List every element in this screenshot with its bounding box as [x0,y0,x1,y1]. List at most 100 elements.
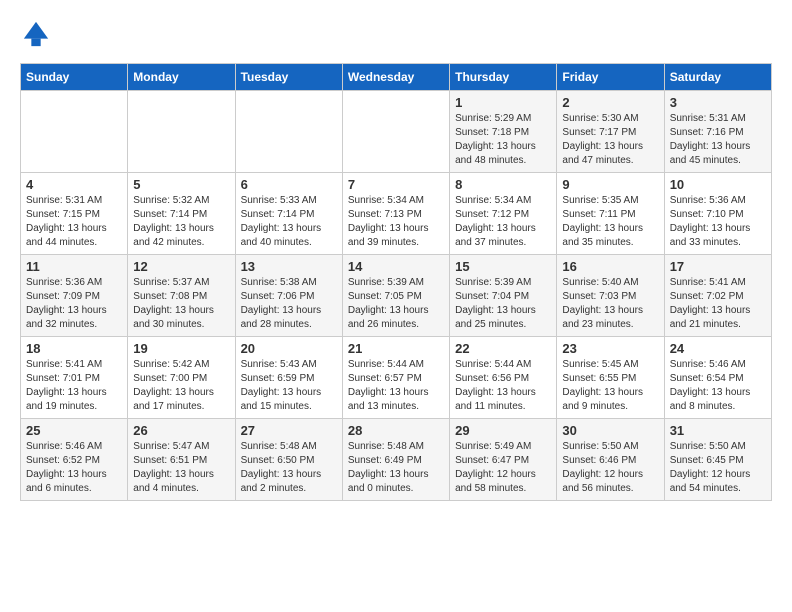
day-number: 16 [562,259,658,274]
day-number: 29 [455,423,551,438]
day-info: Sunrise: 5:47 AM Sunset: 6:51 PM Dayligh… [133,440,229,496]
calendar-cell: 4 Sunrise: 5:31 AM Sunset: 7:15 PM Daylig… [21,173,128,255]
day-info: Sunrise: 5:44 AM Sunset: 6:57 PM Dayligh… [348,358,444,414]
calendar-cell: 26 Sunrise: 5:47 AM Sunset: 6:51 PM Dayli… [128,419,235,501]
day-info: Sunrise: 5:37 AM Sunset: 7:08 PM Dayligh… [133,276,229,332]
calendar-cell: 8 Sunrise: 5:34 AM Sunset: 7:12 PM Daylig… [450,173,557,255]
weekday-header-saturday: Saturday [664,64,771,91]
day-info: Sunrise: 5:44 AM Sunset: 6:56 PM Dayligh… [455,358,551,414]
calendar-cell: 19 Sunrise: 5:42 AM Sunset: 7:00 PM Dayli… [128,337,235,419]
weekday-header-friday: Friday [557,64,664,91]
logo [20,20,50,53]
calendar-cell: 23 Sunrise: 5:45 AM Sunset: 6:55 PM Dayli… [557,337,664,419]
weekday-header-wednesday: Wednesday [342,64,449,91]
day-info: Sunrise: 5:41 AM Sunset: 7:02 PM Dayligh… [670,276,766,332]
day-number: 7 [348,177,444,192]
day-info: Sunrise: 5:29 AM Sunset: 7:18 PM Dayligh… [455,112,551,168]
calendar-cell: 22 Sunrise: 5:44 AM Sunset: 6:56 PM Dayli… [450,337,557,419]
calendar-cell: 7 Sunrise: 5:34 AM Sunset: 7:13 PM Daylig… [342,173,449,255]
day-number: 8 [455,177,551,192]
day-number: 27 [241,423,337,438]
day-info: Sunrise: 5:35 AM Sunset: 7:11 PM Dayligh… [562,194,658,250]
calendar-cell: 13 Sunrise: 5:38 AM Sunset: 7:06 PM Dayli… [235,255,342,337]
calendar-cell: 12 Sunrise: 5:37 AM Sunset: 7:08 PM Dayli… [128,255,235,337]
calendar-cell: 24Sunrise: 5:46 AM Sunset: 6:54 PM Dayli… [664,337,771,419]
day-number: 4 [26,177,122,192]
page-header [20,20,772,53]
calendar-cell [128,91,235,173]
day-info: Sunrise: 5:34 AM Sunset: 7:13 PM Dayligh… [348,194,444,250]
calendar-cell: 18 Sunrise: 5:41 AM Sunset: 7:01 PM Dayli… [21,337,128,419]
day-info: Sunrise: 5:38 AM Sunset: 7:06 PM Dayligh… [241,276,337,332]
day-info: Sunrise: 5:50 AM Sunset: 6:45 PM Dayligh… [670,440,766,496]
day-number: 19 [133,341,229,356]
calendar-cell: 27 Sunrise: 5:48 AM Sunset: 6:50 PM Dayli… [235,419,342,501]
day-number: 20 [241,341,337,356]
day-number: 2 [562,95,658,110]
calendar-cell: 11 Sunrise: 5:36 AM Sunset: 7:09 PM Dayli… [21,255,128,337]
day-info: Sunrise: 5:43 AM Sunset: 6:59 PM Dayligh… [241,358,337,414]
day-number: 21 [348,341,444,356]
day-info: Sunrise: 5:45 AM Sunset: 6:55 PM Dayligh… [562,358,658,414]
calendar-cell [235,91,342,173]
calendar-cell: 28 Sunrise: 5:48 AM Sunset: 6:49 PM Dayli… [342,419,449,501]
day-info: Sunrise: 5:36 AM Sunset: 7:09 PM Dayligh… [26,276,122,332]
calendar-cell: 29 Sunrise: 5:49 AM Sunset: 6:47 PM Dayli… [450,419,557,501]
day-number: 18 [26,341,122,356]
day-info: Sunrise: 5:39 AM Sunset: 7:04 PM Dayligh… [455,276,551,332]
day-number: 10 [670,177,766,192]
day-info: Sunrise: 5:33 AM Sunset: 7:14 PM Dayligh… [241,194,337,250]
calendar-cell: 3Sunrise: 5:31 AM Sunset: 7:16 PM Daylig… [664,91,771,173]
calendar-table: SundayMondayTuesdayWednesdayThursdayFrid… [20,63,772,501]
calendar-cell [21,91,128,173]
calendar-cell: 1Sunrise: 5:29 AM Sunset: 7:18 PM Daylig… [450,91,557,173]
day-number: 22 [455,341,551,356]
calendar-cell: 17Sunrise: 5:41 AM Sunset: 7:02 PM Dayli… [664,255,771,337]
day-info: Sunrise: 5:32 AM Sunset: 7:14 PM Dayligh… [133,194,229,250]
weekday-header-thursday: Thursday [450,64,557,91]
day-info: Sunrise: 5:40 AM Sunset: 7:03 PM Dayligh… [562,276,658,332]
day-info: Sunrise: 5:46 AM Sunset: 6:52 PM Dayligh… [26,440,122,496]
calendar-cell: 6 Sunrise: 5:33 AM Sunset: 7:14 PM Daylig… [235,173,342,255]
day-info: Sunrise: 5:39 AM Sunset: 7:05 PM Dayligh… [348,276,444,332]
day-number: 31 [670,423,766,438]
day-number: 6 [241,177,337,192]
day-info: Sunrise: 5:31 AM Sunset: 7:16 PM Dayligh… [670,112,766,168]
day-info: Sunrise: 5:49 AM Sunset: 6:47 PM Dayligh… [455,440,551,496]
day-number: 15 [455,259,551,274]
calendar-cell: 5Sunrise: 5:32 AM Sunset: 7:14 PM Daylig… [128,173,235,255]
day-info: Sunrise: 5:48 AM Sunset: 6:49 PM Dayligh… [348,440,444,496]
day-info: Sunrise: 5:31 AM Sunset: 7:15 PM Dayligh… [26,194,122,250]
day-info: Sunrise: 5:48 AM Sunset: 6:50 PM Dayligh… [241,440,337,496]
day-info: Sunrise: 5:41 AM Sunset: 7:01 PM Dayligh… [26,358,122,414]
day-number: 23 [562,341,658,356]
day-info: Sunrise: 5:50 AM Sunset: 6:46 PM Dayligh… [562,440,658,496]
calendar-cell: 25 Sunrise: 5:46 AM Sunset: 6:52 PM Dayli… [21,419,128,501]
calendar-cell [342,91,449,173]
day-number: 26 [133,423,229,438]
calendar-cell: 14 Sunrise: 5:39 AM Sunset: 7:05 PM Dayli… [342,255,449,337]
calendar-cell: 31 Sunrise: 5:50 AM Sunset: 6:45 PM Dayli… [664,419,771,501]
day-info: Sunrise: 5:46 AM Sunset: 6:54 PM Dayligh… [670,358,766,414]
day-number: 14 [348,259,444,274]
calendar-cell: 9 Sunrise: 5:35 AM Sunset: 7:11 PM Daylig… [557,173,664,255]
day-info: Sunrise: 5:36 AM Sunset: 7:10 PM Dayligh… [670,194,766,250]
day-number: 28 [348,423,444,438]
day-number: 12 [133,259,229,274]
day-number: 11 [26,259,122,274]
weekday-header-sunday: Sunday [21,64,128,91]
day-number: 30 [562,423,658,438]
calendar-cell: 2 Sunrise: 5:30 AM Sunset: 7:17 PM Daylig… [557,91,664,173]
day-info: Sunrise: 5:30 AM Sunset: 7:17 PM Dayligh… [562,112,658,168]
day-number: 13 [241,259,337,274]
day-info: Sunrise: 5:34 AM Sunset: 7:12 PM Dayligh… [455,194,551,250]
weekday-header-tuesday: Tuesday [235,64,342,91]
calendar-cell: 16 Sunrise: 5:40 AM Sunset: 7:03 PM Dayli… [557,255,664,337]
day-number: 9 [562,177,658,192]
calendar-cell: 10 Sunrise: 5:36 AM Sunset: 7:10 PM Dayli… [664,173,771,255]
calendar-cell: 20 Sunrise: 5:43 AM Sunset: 6:59 PM Dayli… [235,337,342,419]
calendar-cell: 30 Sunrise: 5:50 AM Sunset: 6:46 PM Dayli… [557,419,664,501]
day-info: Sunrise: 5:42 AM Sunset: 7:00 PM Dayligh… [133,358,229,414]
weekday-header-monday: Monday [128,64,235,91]
day-number: 25 [26,423,122,438]
